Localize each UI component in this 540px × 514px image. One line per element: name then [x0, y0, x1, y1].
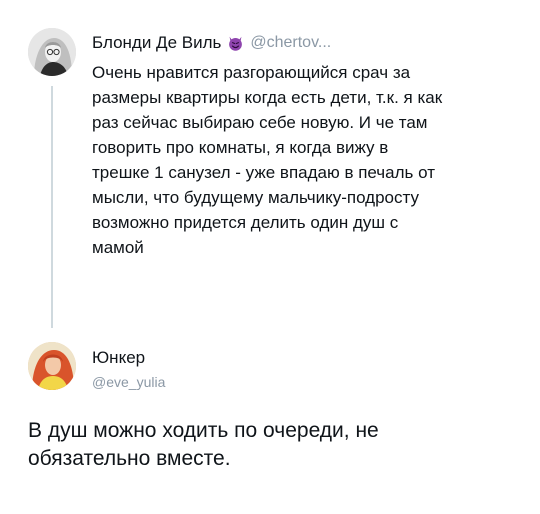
author-handle[interactable]: @chertov... — [250, 34, 331, 52]
avatar[interactable] — [28, 28, 76, 76]
tweet-header: Блонди Де Виль @chertov... — [92, 32, 331, 54]
tweet-text-line: возможно придется делить один душ с — [92, 213, 399, 232]
avatar-photo — [28, 28, 76, 76]
tweet-text-line: размеры квартиры когда есть дети, т.к. я… — [92, 88, 443, 107]
tweet-text-line: мысли, что будущему мальчику-подросту — [92, 188, 419, 207]
tweet-text-line: обязательно вместе. — [28, 447, 231, 470]
author-handle[interactable]: @eve_yulia — [92, 374, 165, 390]
tweet-text-line: В душ можно ходить по очереди, не — [28, 419, 379, 442]
tweet-text-line: трешке 1 санузел - уже впадаю в печаль о… — [92, 163, 435, 182]
tweet-text-line: говорить про комнаты, я когда вижу в — [92, 138, 389, 157]
smiling-devil-icon — [229, 36, 243, 51]
tweet-text: В душ можно ходить по очереди, не обязат… — [28, 417, 508, 473]
tweet-text: Очень нравится разгорающийся срач за раз… — [92, 60, 522, 260]
avatar[interactable] — [28, 342, 76, 390]
avatar-photo — [28, 342, 76, 390]
tweet-text-line: Очень нравится разгорающийся срач за — [92, 63, 411, 82]
author-name[interactable]: Блонди Де Виль — [92, 33, 221, 53]
tweet-text-line: мамой — [92, 238, 144, 257]
thread-connector-line — [51, 86, 53, 328]
tweet-text-line: раз сейчас выбираю себе новую. И че там — [92, 113, 428, 132]
author-name[interactable]: Юнкер — [92, 348, 145, 368]
